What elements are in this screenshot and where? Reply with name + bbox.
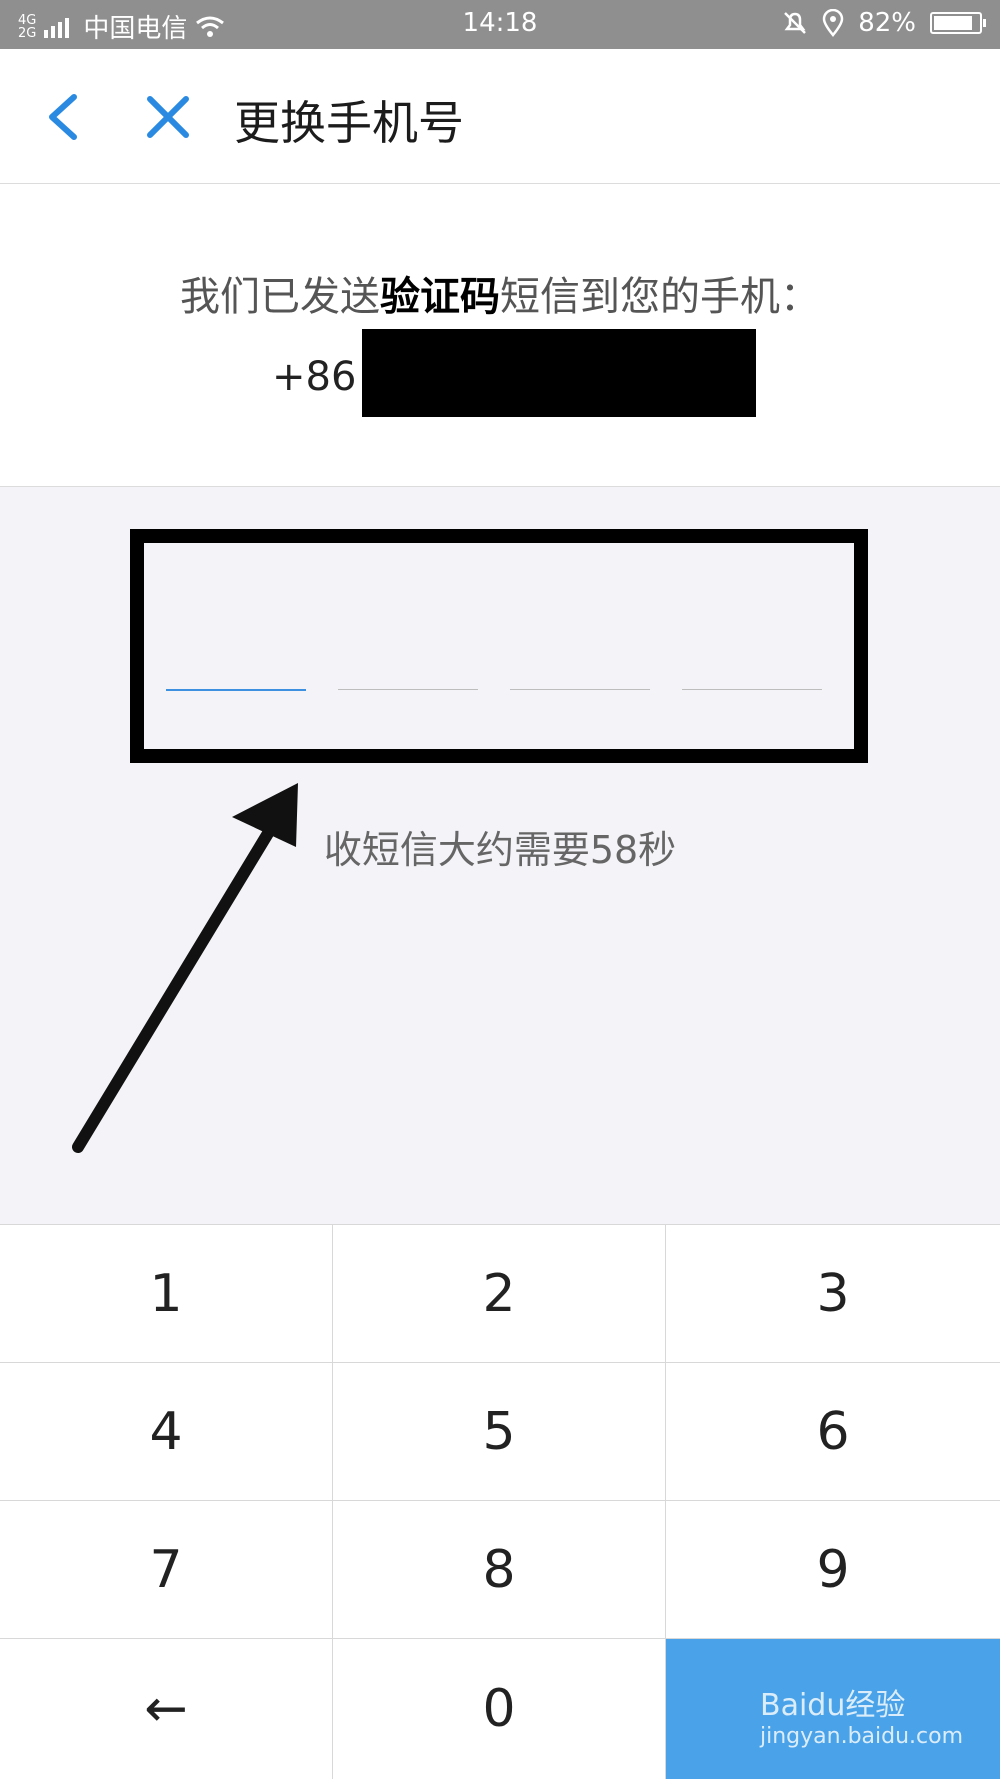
sms-sent-message: 我们已发送验证码短信到您的手机： [0, 264, 1000, 322]
location-icon [822, 9, 844, 37]
redacted-phone-number [362, 329, 756, 417]
message-bold: 验证码 [380, 274, 500, 320]
key-5[interactable]: 5 [333, 1363, 666, 1501]
key-4[interactable]: 4 [0, 1363, 333, 1501]
key-7[interactable]: 7 [0, 1501, 333, 1639]
watermark-brand: Baidu经验 [760, 1688, 906, 1723]
message-part2: 短信到您的手机： [500, 274, 820, 320]
key-2[interactable]: 2 [333, 1225, 666, 1363]
close-icon [147, 96, 189, 138]
key-1[interactable]: 1 [0, 1225, 333, 1363]
sms-info: 我们已发送验证码短信到您的手机： +86 [0, 184, 1000, 487]
code-digit-3[interactable] [510, 689, 650, 690]
bell-muted-icon [784, 12, 807, 34]
key-0[interactable]: 0 [333, 1639, 666, 1779]
chevron-left-icon [49, 94, 77, 140]
sms-wait-hint: 收短信大约需要58秒 [323, 828, 677, 872]
key-3[interactable]: 3 [666, 1225, 1000, 1363]
close-button[interactable] [140, 89, 196, 145]
code-digit-1[interactable] [166, 689, 306, 691]
code-digit-4[interactable] [682, 689, 822, 690]
country-code: +86 [272, 354, 357, 400]
key-6[interactable]: 6 [666, 1363, 1000, 1501]
battery-icon [930, 12, 986, 34]
back-button[interactable] [40, 89, 90, 145]
key-9[interactable]: 9 [666, 1501, 1000, 1639]
status-bar: 4G 2G 中国电信 14:18 82% [0, 0, 1000, 49]
key-8[interactable]: 8 [333, 1501, 666, 1639]
code-digit-2[interactable] [338, 689, 478, 690]
watermark-url: jingyan.baidu.com [760, 1724, 964, 1749]
status-right: 82% [782, 8, 986, 38]
page-title: 更换手机号 [234, 96, 464, 150]
battery-percent: 82% [858, 8, 916, 38]
baidu-watermark: Baidu经验 jingyan.baidu.com [760, 1680, 963, 1749]
header: 更换手机号 [0, 49, 1000, 184]
code-area: 收短信大约需要58秒 [0, 487, 1000, 1224]
message-part1: 我们已发送 [180, 274, 380, 320]
backspace-key[interactable]: ← [0, 1639, 333, 1779]
code-input-highlight[interactable] [130, 529, 868, 763]
